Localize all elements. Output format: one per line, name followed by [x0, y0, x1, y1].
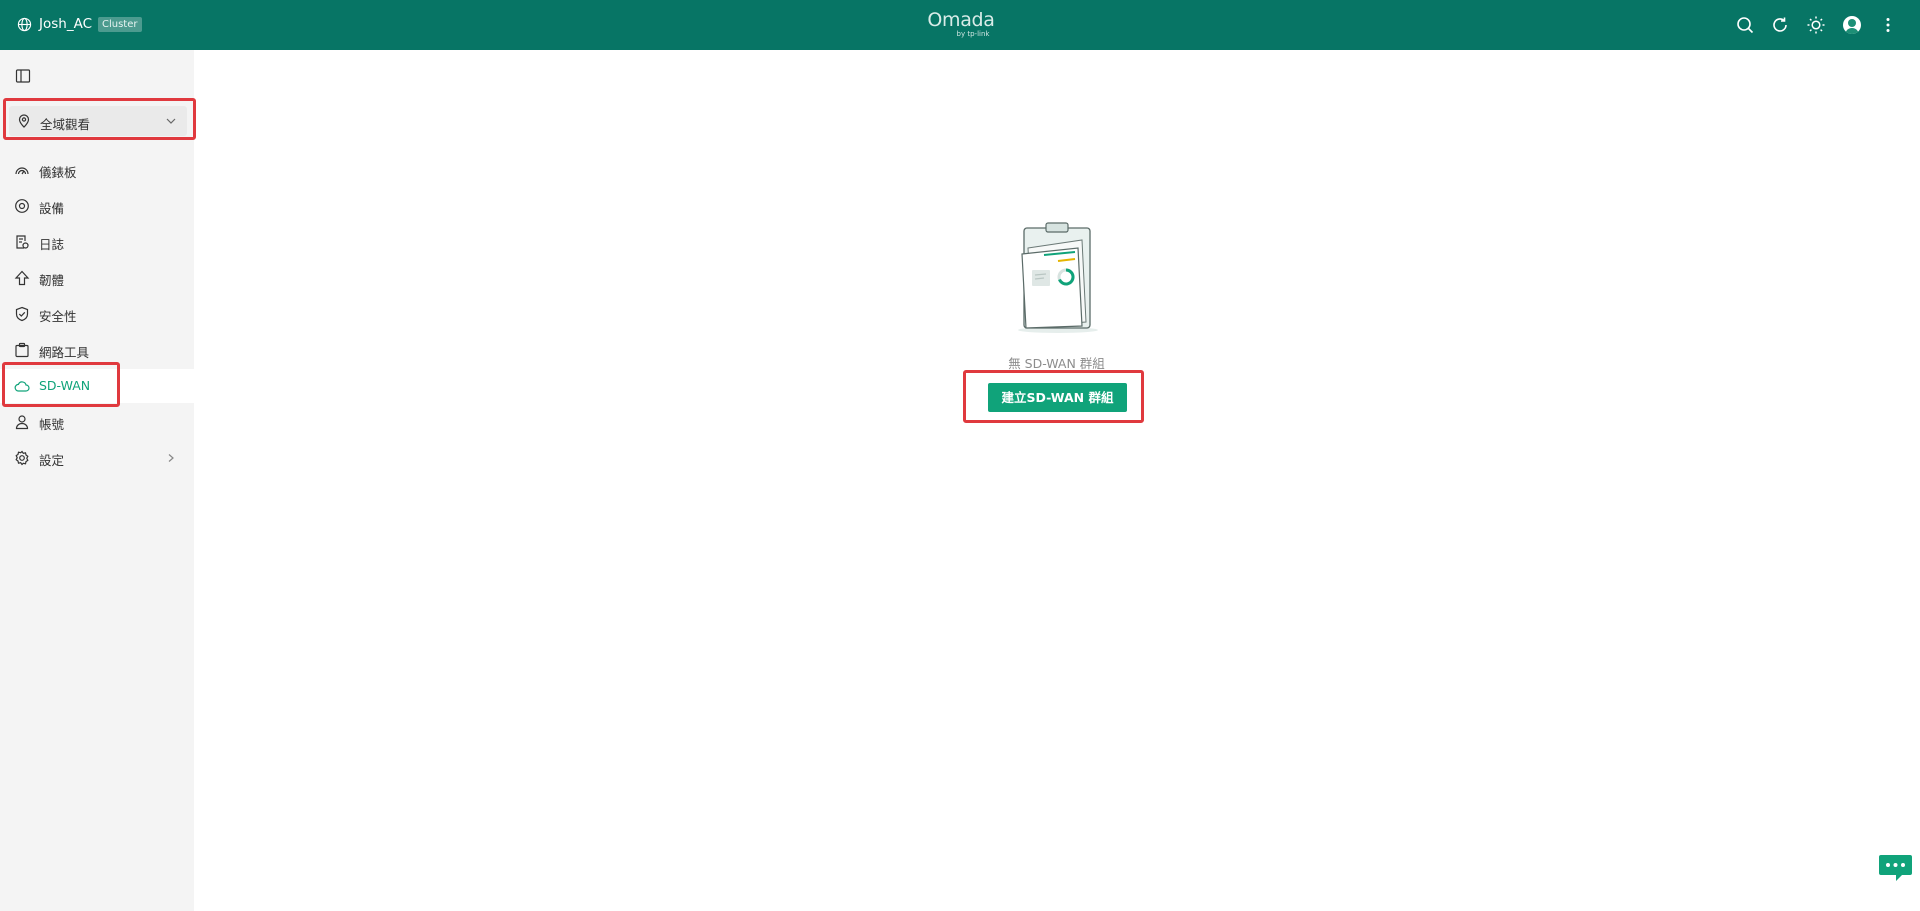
refresh-icon[interactable]: [1770, 15, 1790, 35]
theme-sun-icon[interactable]: [1806, 15, 1826, 35]
sidebar-item-sd-wan[interactable]: SD-WAN: [0, 369, 194, 403]
sidebar-item-label: 日誌: [39, 237, 65, 252]
sidebar-item-firmware[interactable]: 韌體: [0, 261, 194, 295]
network-tools-icon: [15, 342, 29, 358]
create-sdwan-group-button[interactable]: 建立SD-WAN 群組: [988, 383, 1127, 412]
search-icon[interactable]: [1735, 15, 1755, 35]
omada-logo: Omada by tp-link: [926, 10, 996, 40]
sidebar-item-logs[interactable]: 日誌: [0, 225, 194, 259]
site-selector[interactable]: 全域觀看: [9, 106, 187, 136]
top-bar: Josh_AC Cluster Omada by tp-link: [0, 0, 1920, 50]
location-pin-icon: [18, 114, 30, 128]
sidebar-item-label: 網路工具: [39, 345, 90, 360]
sidebar-item-security[interactable]: 安全性: [0, 297, 194, 331]
chat-support-icon[interactable]: [1878, 853, 1913, 883]
more-vertical-icon[interactable]: [1878, 15, 1898, 35]
sidebar-item-account[interactable]: 帳號: [0, 405, 194, 439]
sidebar-item-label: 安全性: [39, 309, 77, 324]
sidebar-item-network-tools[interactable]: 網路工具: [0, 333, 194, 367]
sidebar-collapse-icon[interactable]: [15, 68, 31, 84]
logs-icon: [16, 235, 29, 249]
brand-name: Omada: [927, 9, 995, 31]
site-selector-label: 全域觀看: [40, 117, 91, 132]
controller-name[interactable]: Josh_AC: [39, 16, 92, 32]
avatar[interactable]: [1843, 16, 1861, 34]
empty-state-text: 無 SD-WAN 群組: [1008, 356, 1105, 371]
firmware-icon: [14, 270, 30, 286]
devices-icon: [15, 199, 29, 213]
account-icon: [15, 415, 29, 430]
empty-clipboard-illustration: [1018, 222, 1098, 333]
chevron-down-icon: [166, 118, 176, 124]
sidebar-item-label: 帳號: [39, 417, 65, 432]
settings-gear-icon: [15, 450, 29, 466]
sidebar-item-settings[interactable]: 設定: [0, 441, 194, 475]
sidebar-item-devices[interactable]: 設備: [0, 189, 194, 223]
sidebar-item-label: 設定: [39, 453, 65, 468]
cluster-badge: Cluster: [98, 17, 142, 32]
sidebar-item-label: 設備: [39, 201, 65, 216]
sidebar-item-dashboard[interactable]: 儀錶板: [0, 153, 194, 187]
globe-icon: [17, 17, 32, 32]
sidebar-item-label: SD-WAN: [39, 378, 91, 393]
dashboard-icon: [15, 167, 29, 175]
sidebar-item-label: 韌體: [39, 273, 65, 288]
brand-sub: by tp-link: [956, 30, 990, 38]
cloud-icon: [14, 381, 30, 392]
sidebar-item-label: 儀錶板: [39, 165, 77, 180]
security-shield-icon: [15, 306, 29, 322]
chevron-right-icon: [168, 454, 174, 462]
